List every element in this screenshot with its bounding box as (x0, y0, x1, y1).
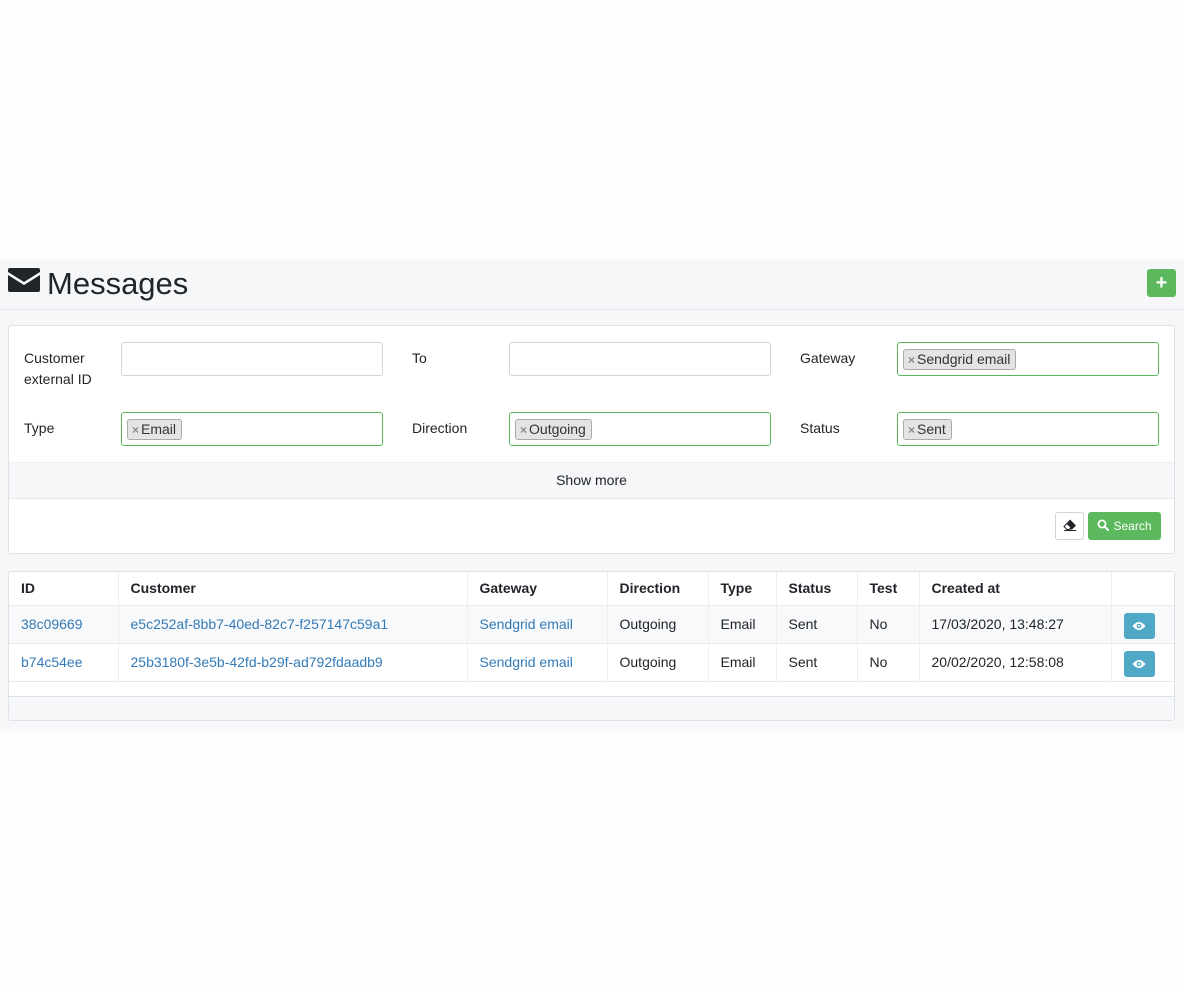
column-header-gateway[interactable]: Gateway (467, 572, 608, 605)
filter-panel: Customer external ID To Gateway × Sendgri… (8, 325, 1175, 554)
gateway-select[interactable]: × Sendgrid email (897, 342, 1159, 376)
type-tag: × Email (127, 419, 183, 440)
column-header-type[interactable]: Type (708, 572, 777, 605)
created-at-cell: 20/02/2020, 12:58:08 (919, 643, 1112, 681)
message-id-link[interactable]: b74c54ee (21, 654, 83, 670)
type-cell: Email (708, 643, 777, 681)
clear-filters-button[interactable] (1055, 512, 1084, 540)
gateway-link[interactable]: Sendgrid email (480, 616, 573, 632)
eye-icon (1132, 656, 1146, 672)
column-header-direction[interactable]: Direction (607, 572, 709, 605)
direction-tag: × Outgoing (515, 419, 592, 440)
tag-remove-icon[interactable]: × (908, 353, 915, 367)
view-message-button[interactable] (1123, 613, 1155, 639)
column-header-actions (1111, 572, 1174, 605)
column-header-created-at[interactable]: Created at (919, 572, 1112, 605)
table-header-row: ID Customer Gateway Direction Type Statu… (9, 572, 1174, 605)
envelope-icon (8, 268, 40, 292)
table-row: b74c54ee 25b3180f-3e5b-42fd-b29f-ad792fd… (9, 643, 1174, 681)
direction-label: Direction (412, 420, 468, 436)
eraser-icon (1062, 518, 1077, 534)
type-cell: Email (708, 605, 777, 643)
created-at-cell: 17/03/2020, 13:48:27 (919, 605, 1112, 643)
direction-select[interactable]: × Outgoing (509, 412, 771, 446)
status-label: Status (800, 420, 840, 436)
to-label: To (412, 350, 427, 366)
column-header-status[interactable]: Status (776, 572, 858, 605)
type-label: Type (24, 420, 55, 436)
test-cell: No (857, 643, 920, 681)
customer-link[interactable]: 25b3180f-3e5b-42fd-b29f-ad792fdaadb9 (131, 654, 383, 670)
show-more-toggle[interactable]: Show more (9, 462, 1174, 499)
tag-remove-icon[interactable]: × (132, 423, 139, 437)
page-header: Messages + (0, 260, 1184, 310)
direction-cell: Outgoing (607, 643, 709, 681)
message-id-link[interactable]: 38c09669 (21, 616, 83, 632)
search-button[interactable]: Search (1088, 512, 1161, 540)
tag-remove-icon[interactable]: × (520, 423, 527, 437)
status-cell: Sent (776, 605, 858, 643)
direction-cell: Outgoing (607, 605, 709, 643)
messages-table-card: ID Customer Gateway Direction Type Statu… (8, 571, 1175, 721)
plus-icon: + (1155, 271, 1168, 294)
search-button-label: Search (1113, 519, 1152, 533)
status-tag: × Sent (903, 419, 952, 440)
column-header-customer[interactable]: Customer (118, 572, 468, 605)
customer-link[interactable]: e5c252af-8bb7-40ed-82c7-f257147c59a1 (131, 616, 389, 632)
gateway-tag: × Sendgrid email (903, 349, 1017, 370)
column-header-id[interactable]: ID (9, 572, 119, 605)
tag-remove-icon[interactable]: × (908, 423, 915, 437)
type-select[interactable]: × Email (121, 412, 383, 446)
eye-icon (1132, 618, 1146, 634)
gateway-link[interactable]: Sendgrid email (480, 654, 573, 670)
view-message-button[interactable] (1123, 651, 1155, 677)
status-cell: Sent (776, 643, 858, 681)
add-message-button[interactable]: + (1147, 269, 1176, 297)
page-title: Messages (47, 266, 189, 301)
to-input[interactable] (509, 342, 771, 376)
messages-table: ID Customer Gateway Direction Type Statu… (9, 572, 1174, 682)
customer-external-id-label: Customer external ID (24, 350, 92, 387)
gateway-label: Gateway (800, 350, 856, 366)
table-footer (9, 696, 1174, 720)
test-cell: No (857, 605, 920, 643)
search-icon (1097, 519, 1110, 534)
messages-page: Messages + Customer external ID To Gatew… (0, 260, 1184, 731)
customer-external-id-input[interactable] (121, 342, 383, 376)
table-row: 38c09669 e5c252af-8bb7-40ed-82c7-f257147… (9, 605, 1174, 643)
column-header-test[interactable]: Test (857, 572, 920, 605)
status-select[interactable]: × Sent (897, 412, 1159, 446)
